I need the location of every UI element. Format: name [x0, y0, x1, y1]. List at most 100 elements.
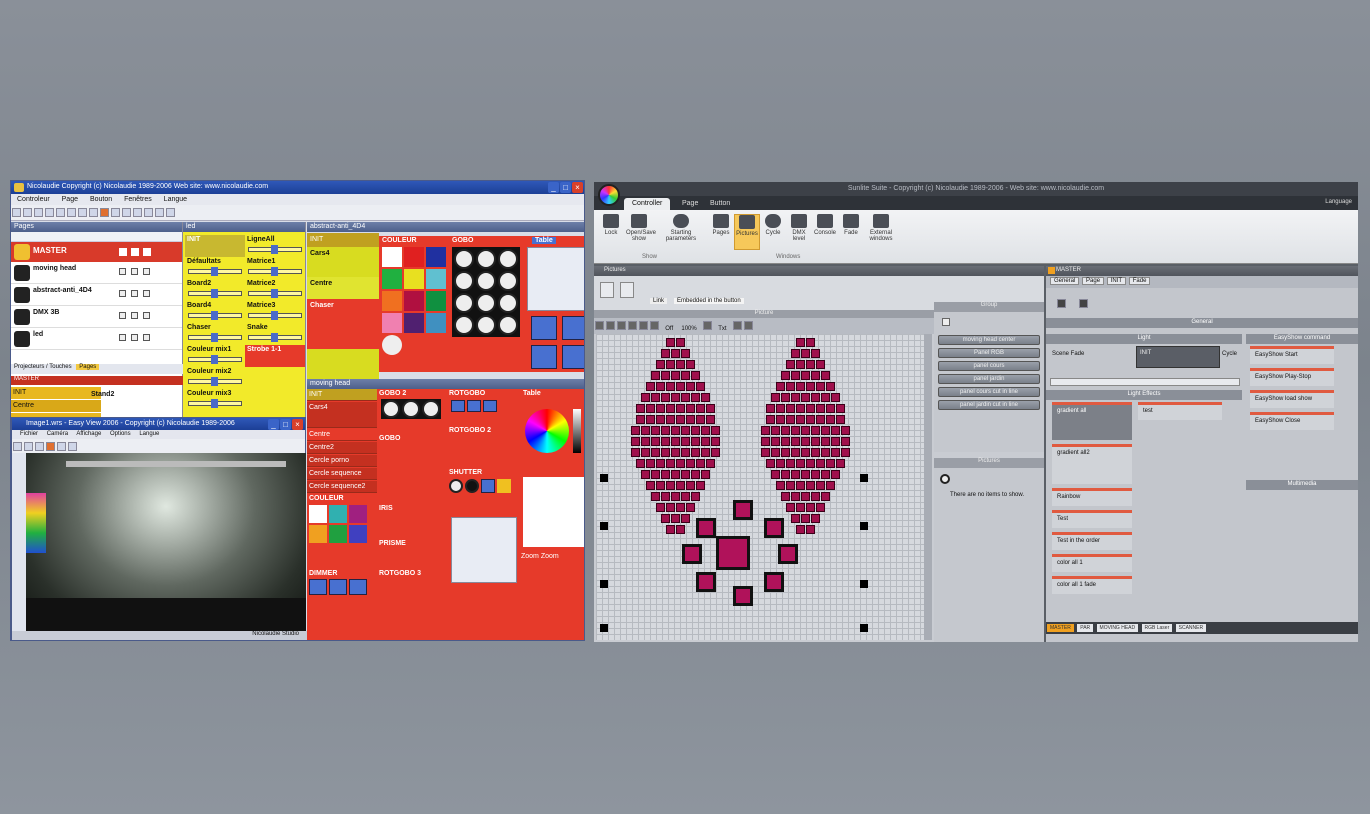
led-pixel[interactable]: [811, 371, 820, 380]
scanner-fixture[interactable]: [860, 474, 868, 482]
stage-3d-scene[interactable]: [26, 453, 306, 631]
led-button[interactable]: Matrice1: [245, 257, 305, 279]
led-button[interactable]: Chaser: [185, 323, 245, 345]
color-swatch[interactable]: [382, 313, 402, 333]
status-tab[interactable]: PAR: [1077, 624, 1094, 632]
par-fixture[interactable]: [716, 536, 750, 570]
led-pixel[interactable]: [766, 415, 775, 424]
effect-card[interactable]: color all 1 fade: [1052, 576, 1132, 594]
led-pixel[interactable]: [781, 426, 790, 435]
led-pixel[interactable]: [771, 393, 780, 402]
easyshow-card[interactable]: EasyShow load show: [1250, 390, 1334, 408]
list-item[interactable]: Cercle sequence2: [307, 481, 377, 493]
color-swatch[interactable]: [404, 269, 424, 289]
led-pixel[interactable]: [816, 415, 825, 424]
scanner-fixture[interactable]: [600, 580, 608, 588]
led-pixel[interactable]: [696, 481, 705, 490]
led-pixel[interactable]: [691, 492, 700, 501]
tab-link[interactable]: Link: [650, 298, 668, 304]
led-pixel[interactable]: [661, 393, 670, 402]
led-pixel[interactable]: [651, 371, 660, 380]
copy-icon[interactable]: [56, 208, 65, 217]
led-pixel[interactable]: [686, 415, 695, 424]
led-pixel[interactable]: [796, 503, 805, 512]
page-checkbox[interactable]: [131, 290, 138, 297]
led-pixel[interactable]: [791, 349, 800, 358]
led-pixel[interactable]: [816, 459, 825, 468]
color-swatch[interactable]: [309, 525, 327, 543]
led-pixel[interactable]: [831, 426, 840, 435]
led-pixel[interactable]: [646, 382, 655, 391]
init-button[interactable]: INIT: [307, 389, 377, 401]
led-pixel[interactable]: [676, 481, 685, 490]
led-pixel[interactable]: [816, 481, 825, 490]
led-pixel[interactable]: [831, 437, 840, 446]
effect-card[interactable]: Test: [1052, 510, 1132, 528]
led-pixel[interactable]: [796, 338, 805, 347]
master-scrollbar[interactable]: [1050, 378, 1240, 386]
scanner-fixture[interactable]: [860, 522, 868, 530]
led-pixel[interactable]: [796, 481, 805, 490]
led-pixel[interactable]: [821, 470, 830, 479]
led-pixel[interactable]: [786, 459, 795, 468]
led-pixel[interactable]: [786, 415, 795, 424]
led-pixel[interactable]: [796, 404, 805, 413]
led-pixel[interactable]: [661, 492, 670, 501]
par-fixture[interactable]: [764, 572, 784, 592]
led-pixel[interactable]: [651, 492, 660, 501]
list-item[interactable]: Centre2: [307, 442, 377, 454]
led-pixel[interactable]: [811, 393, 820, 402]
menu-bouton[interactable]: Bouton: [90, 196, 112, 203]
fader-knob[interactable]: [271, 267, 278, 276]
led-pixel[interactable]: [826, 404, 835, 413]
status-tab[interactable]: MASTER: [1047, 624, 1074, 632]
color-swatch[interactable]: [404, 247, 424, 267]
led-pixel[interactable]: [801, 492, 810, 501]
pen-icon[interactable]: [617, 321, 626, 330]
list-icon[interactable]: [1079, 299, 1088, 308]
color-swatch[interactable]: [349, 525, 367, 543]
effect-card[interactable]: Test in the order: [1052, 532, 1132, 550]
page-checkbox[interactable]: [143, 312, 150, 319]
effect-card[interactable]: gradient all2: [1052, 444, 1132, 484]
easyshow-card[interactable]: EasyShow Play-Stop: [1250, 368, 1334, 386]
led-pixel[interactable]: [786, 503, 795, 512]
led-pixel[interactable]: [681, 349, 690, 358]
dimmer-button[interactable]: [309, 579, 327, 595]
menu-fenetres[interactable]: Fenêtres: [124, 196, 152, 203]
text-tool-label[interactable]: Txt: [718, 326, 726, 332]
page-checkbox[interactable]: [143, 268, 150, 275]
fader-knob[interactable]: [211, 377, 218, 386]
led-pixel[interactable]: [801, 448, 810, 457]
led-pixel[interactable]: [701, 426, 710, 435]
grid-icon[interactable]: [702, 321, 712, 330]
led-pixel[interactable]: [676, 415, 685, 424]
led-pixel[interactable]: [816, 404, 825, 413]
led-pixel[interactable]: [666, 382, 675, 391]
led-pixel[interactable]: [776, 382, 785, 391]
shutter-icon[interactable]: [449, 479, 463, 493]
open-save-button[interactable]: Open/Save show: [626, 214, 656, 242]
page-item[interactable]: led: [11, 328, 182, 350]
maximize-icon[interactable]: □: [280, 419, 291, 430]
led-pixel[interactable]: [826, 415, 835, 424]
gobo-icon[interactable]: [498, 293, 518, 313]
color-swatch[interactable]: [349, 505, 367, 523]
led-pixel[interactable]: [806, 415, 815, 424]
color-swatch[interactable]: [329, 525, 347, 543]
led-pixel[interactable]: [841, 448, 850, 457]
led-pixel[interactable]: [841, 437, 850, 446]
led-pixel[interactable]: [821, 437, 830, 446]
picture-scrollbar[interactable]: [924, 334, 932, 640]
dimmer-button[interactable]: [349, 579, 367, 595]
led-pixel[interactable]: [781, 393, 790, 402]
zoom-in-icon[interactable]: [628, 321, 637, 330]
gobo-icon[interactable]: [454, 293, 474, 313]
group-button[interactable]: panel cours cut in line: [938, 387, 1040, 397]
led-pixel[interactable]: [786, 382, 795, 391]
led-pixel[interactable]: [666, 459, 675, 468]
led-pixel[interactable]: [681, 437, 690, 446]
close-icon[interactable]: ×: [572, 182, 583, 193]
led-pixel[interactable]: [811, 470, 820, 479]
led-pixel[interactable]: [836, 459, 845, 468]
